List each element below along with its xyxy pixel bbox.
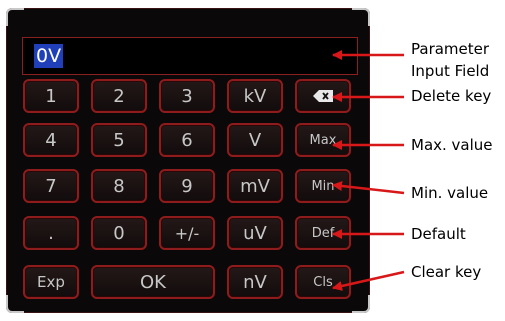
label-input-field: Input Field: [411, 62, 490, 80]
label-min-value: Min. value: [411, 184, 489, 202]
label-parameter: Parameter: [411, 40, 490, 58]
label-clear-key: Clear key: [411, 263, 482, 281]
label-max-value: Max. value: [411, 136, 493, 154]
arrow-clear-key: [332, 270, 405, 291]
label-default: Default: [411, 225, 466, 243]
label-delete-key: Delete key: [411, 87, 492, 105]
arrow-min-key: [332, 181, 405, 195]
